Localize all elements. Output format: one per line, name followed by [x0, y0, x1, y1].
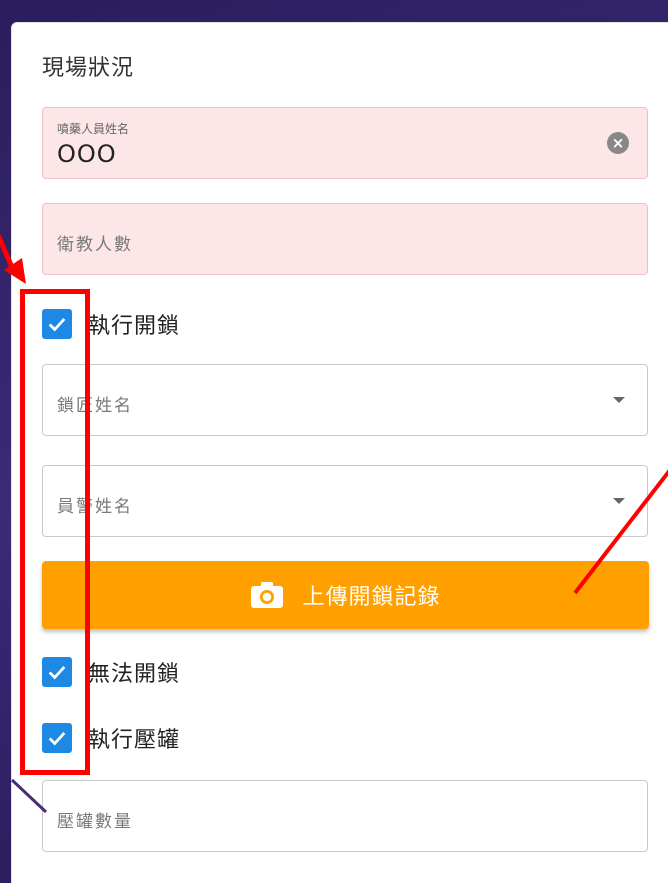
camera-icon [250, 581, 284, 609]
checkbox-cannot-unlock-label: 無法開鎖 [88, 662, 181, 687]
annotation-highlight-box [20, 289, 90, 775]
education-count-placeholder: 衛教人數 [57, 235, 133, 255]
pressure-count-field[interactable]: 壓罐數量 [42, 780, 648, 852]
chevron-down-icon [613, 498, 625, 504]
officer-select[interactable]: 員警姓名 [42, 465, 648, 537]
pressure-count-placeholder: 壓罐數量 [57, 812, 133, 832]
checkbox-pressure-label: 執行壓罐 [88, 728, 181, 753]
upload-button-label: 上傳開鎖記錄 [302, 585, 441, 610]
section-title: 現場狀況 [42, 56, 135, 81]
upload-unlock-record-button[interactable]: 上傳開鎖記錄 [42, 561, 649, 629]
sprayer-name-field[interactable]: 噴藥人員姓名 OOO × [42, 107, 648, 179]
close-circle-icon[interactable]: × [607, 132, 629, 154]
checkbox-unlock-label: 執行開鎖 [88, 314, 181, 339]
sprayer-name-label: 噴藥人員姓名 [57, 122, 130, 136]
chevron-down-icon [613, 397, 625, 403]
sprayer-name-value: OOO [57, 140, 117, 168]
education-count-field[interactable]: 衛教人數 [42, 203, 648, 275]
locksmith-select[interactable]: 鎖匠姓名 [42, 364, 648, 436]
